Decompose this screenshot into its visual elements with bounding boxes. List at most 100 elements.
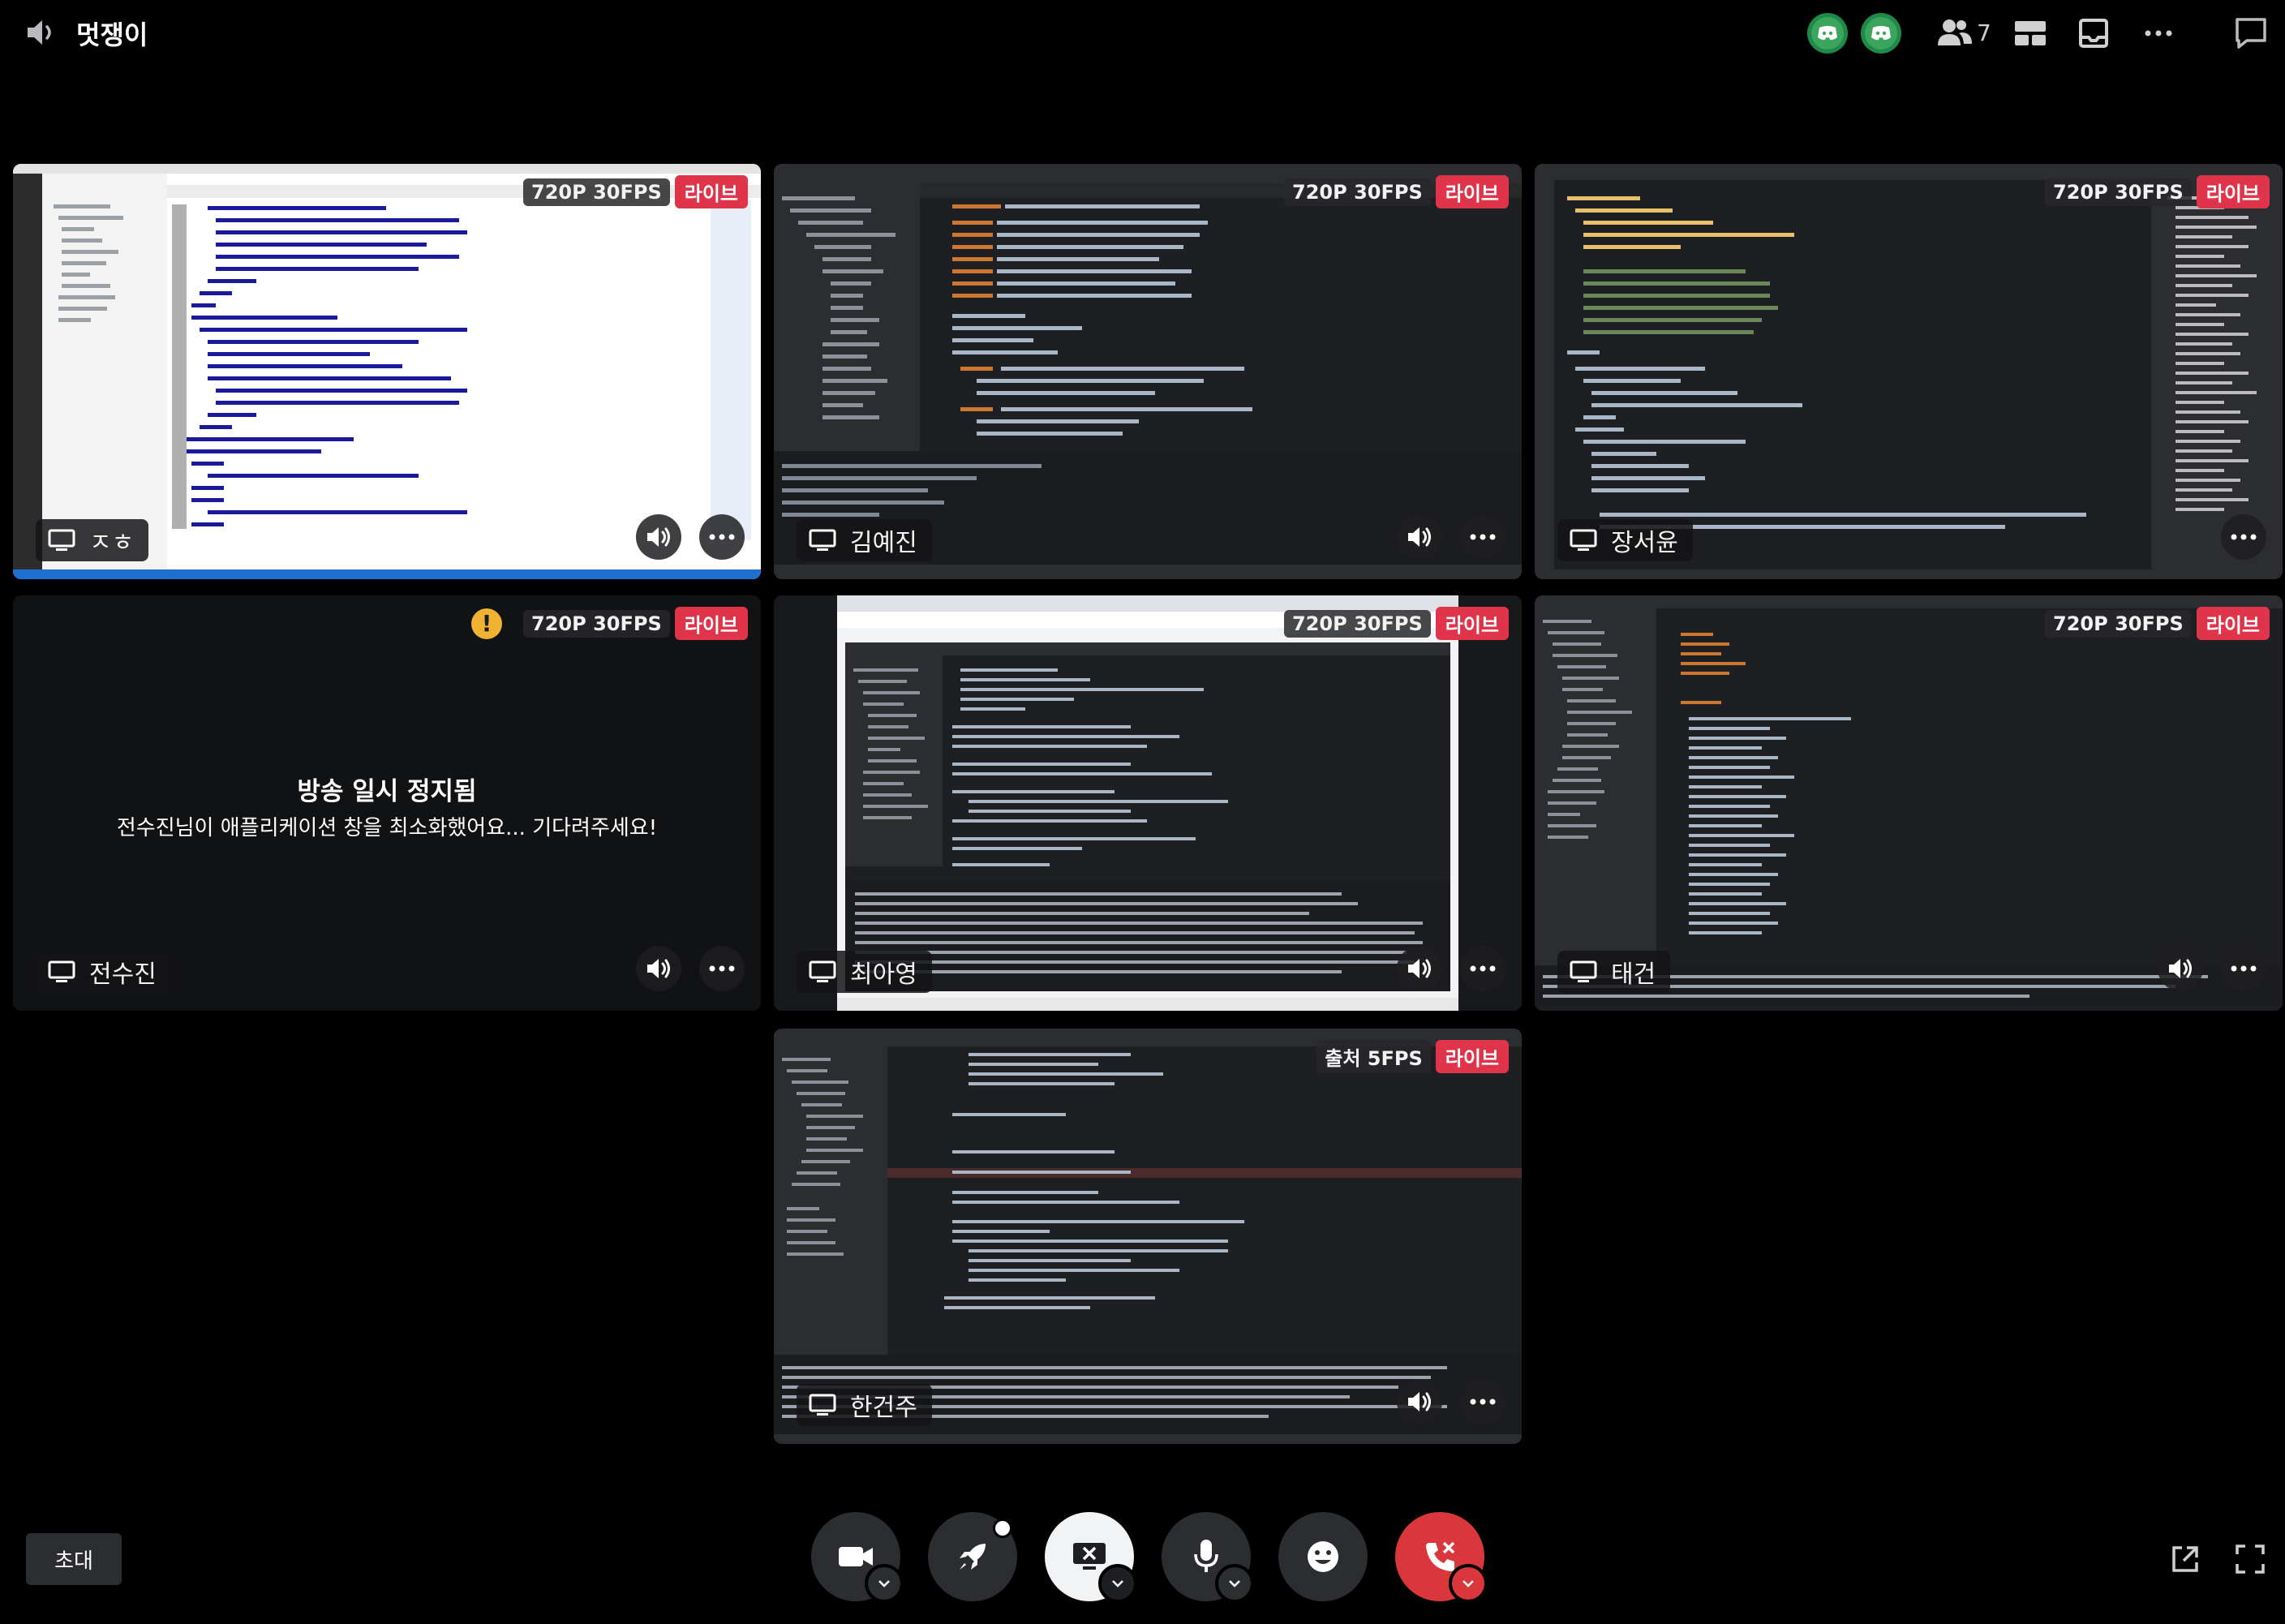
- screen-share-icon: [1569, 960, 1598, 984]
- screen-share-icon: [47, 960, 76, 984]
- inbox-icon[interactable]: [2073, 13, 2114, 54]
- participant-name: 태건: [1611, 960, 1656, 989]
- live-badge: 라이브: [674, 607, 748, 640]
- camera-options-caret[interactable]: [865, 1564, 904, 1603]
- quality-badge: 720P 30FPS: [1284, 178, 1431, 206]
- activities-button[interactable]: [928, 1512, 1017, 1601]
- participant-name: ㅈㅎ: [89, 529, 135, 557]
- quality-badge: 720P 30FPS: [2045, 178, 2192, 206]
- tile-more-button[interactable]: [2221, 946, 2266, 991]
- more-icon: [709, 534, 735, 540]
- screen-share-icon: [47, 528, 76, 552]
- microphone-button[interactable]: [1162, 1512, 1254, 1603]
- call-options-caret[interactable]: [1449, 1564, 1488, 1603]
- chat-icon[interactable]: [2231, 13, 2271, 54]
- participant-name: 전수진: [89, 960, 157, 989]
- discord-bot-icon: [1871, 25, 1892, 41]
- top-bar: 멋쟁이 7: [0, 0, 2285, 65]
- speaker-icon: [24, 18, 63, 47]
- live-badge: 라이브: [1435, 607, 1509, 640]
- discord-bot-icon: [1817, 25, 1838, 41]
- screen-share-icon: [1569, 528, 1598, 552]
- stream-tile[interactable]: 720P 30FPS 라이브 장서윤: [1535, 164, 2283, 579]
- stop-share-icon: [1071, 1540, 1108, 1573]
- channel-name: 멋쟁이: [76, 19, 148, 50]
- tile-more-button[interactable]: [1460, 514, 1505, 560]
- live-badge: 라이브: [1435, 1040, 1509, 1073]
- camera-icon: [837, 1543, 874, 1570]
- share-options-caret[interactable]: [1098, 1564, 1137, 1603]
- participant-label: 한건주: [797, 1384, 932, 1426]
- stream-tile[interactable]: 720P 30FPS 라이브 최아영: [774, 595, 1522, 1011]
- emoji-icon: [1305, 1539, 1341, 1575]
- tile-more-button[interactable]: [1460, 1379, 1505, 1424]
- more-icon: [2231, 965, 2257, 972]
- emoji-button[interactable]: [1278, 1512, 1368, 1601]
- mic-options-caret[interactable]: [1215, 1564, 1254, 1603]
- more-icon: [2231, 534, 2257, 540]
- quality-badge: 출처 5FPS: [1316, 1040, 1431, 1073]
- tile-volume-button[interactable]: [636, 946, 681, 991]
- participant-name: 김예진: [850, 529, 917, 557]
- participant-label: 장서윤: [1557, 519, 1693, 561]
- quality-badge: 720P 30FPS: [523, 609, 670, 638]
- participants-button[interactable]: 7: [1936, 16, 1993, 49]
- participant-label: 김예진: [797, 519, 932, 561]
- participant-bot-avatar[interactable]: [1861, 13, 1901, 54]
- live-badge: 라이브: [2196, 607, 2270, 640]
- live-badge: 라이브: [1435, 175, 1509, 208]
- more-icon: [709, 965, 735, 972]
- activity-rocket-icon: [955, 1539, 990, 1575]
- more-icon: [1470, 1398, 1496, 1405]
- quality-badge: 720P 30FPS: [2045, 609, 2192, 638]
- tile-volume-button[interactable]: [2158, 946, 2203, 991]
- stop-screen-share-button[interactable]: [1045, 1512, 1137, 1603]
- participant-label: ㅈㅎ: [36, 519, 149, 561]
- screen-share-icon: [808, 1393, 837, 1417]
- camera-button[interactable]: [811, 1512, 904, 1603]
- end-call-button[interactable]: [1395, 1512, 1488, 1603]
- stream-tile[interactable]: 720P 30FPS 라이브 태건: [1535, 595, 2283, 1011]
- more-icon: [1470, 965, 1496, 972]
- stream-tile-paused[interactable]: ! 720P 30FPS 라이브 방송 일시 정지됨 전수진님이 애플리케이션 …: [13, 595, 761, 1011]
- participant-name: 장서윤: [1611, 529, 1678, 557]
- tile-volume-button[interactable]: [636, 514, 681, 560]
- tile-volume-button[interactable]: [1397, 1379, 1442, 1424]
- participant-label: 최아영: [797, 951, 932, 993]
- participant-count: 7: [1977, 19, 1991, 46]
- paused-title: 방송 일시 정지됨: [297, 777, 477, 806]
- speaker-icon: [1407, 1390, 1432, 1413]
- live-badge: 라이브: [674, 175, 748, 208]
- tile-more-button[interactable]: [2221, 514, 2266, 560]
- screen-share-icon: [808, 960, 837, 984]
- participant-bot-avatar[interactable]: [1807, 13, 1848, 54]
- screen-share-icon: [808, 528, 837, 552]
- tile-volume-button[interactable]: [1397, 514, 1442, 560]
- invite-button[interactable]: 초대: [26, 1533, 122, 1585]
- tile-more-button[interactable]: [699, 946, 745, 991]
- tile-volume-button[interactable]: [1397, 946, 1442, 991]
- live-badge: 라이브: [2196, 175, 2270, 208]
- quality-badge: 720P 30FPS: [523, 178, 670, 206]
- participant-label: 태건: [1557, 951, 1671, 993]
- participant-label: 전수진: [36, 951, 171, 993]
- popout-icon[interactable]: [2167, 1541, 2203, 1577]
- quality-badge: 720P 30FPS: [1284, 609, 1431, 638]
- layout-grid-icon[interactable]: [2010, 13, 2051, 54]
- speaker-icon: [1407, 526, 1432, 548]
- microphone-icon: [1192, 1538, 1221, 1575]
- notification-dot: [993, 1519, 1012, 1538]
- stream-tile[interactable]: 720P 30FPS 라이브 김예진: [774, 164, 1522, 579]
- tile-more-button[interactable]: [1460, 946, 1505, 991]
- speaker-icon: [1407, 957, 1432, 980]
- more-icon[interactable]: [2138, 13, 2179, 54]
- tile-more-button[interactable]: [699, 514, 745, 560]
- participant-name: 최아영: [850, 960, 917, 989]
- stream-tile[interactable]: 720P 30FPS 라이브 ㅈㅎ: [13, 164, 761, 579]
- speaker-icon: [2167, 957, 2193, 980]
- warning-icon: !: [471, 608, 503, 639]
- fullscreen-icon[interactable]: [2232, 1541, 2268, 1577]
- paused-message: 전수진님이 애플리케이션 창을 최소화했어요... 기다려주세요!: [116, 816, 658, 840]
- stream-tile[interactable]: 출처 5FPS 라이브 한건주: [774, 1029, 1522, 1444]
- speaker-icon: [646, 526, 672, 548]
